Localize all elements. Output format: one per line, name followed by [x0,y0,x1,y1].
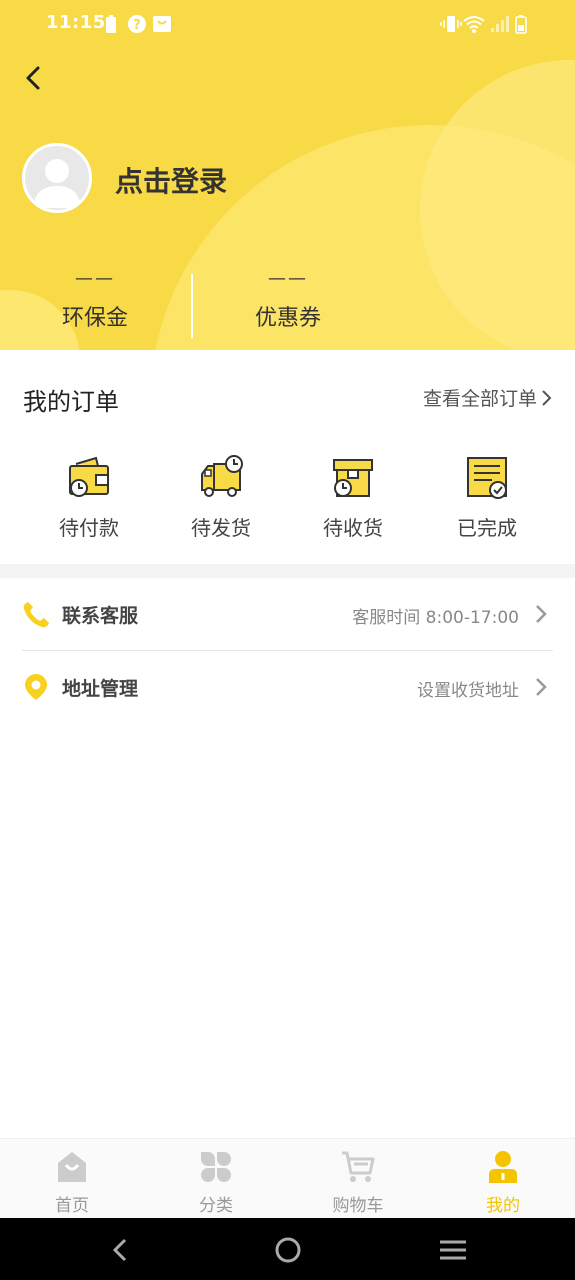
address-management-title: 地址管理 [62,678,139,700]
cart-icon [342,1151,375,1182]
my-orders-section: 我的订单 查看全部订单 待付款 待发货 待收货 已完成 [0,350,575,564]
vibrate-icon [440,16,462,32]
category-icon [201,1152,231,1182]
order-completed[interactable]: 已完成 [432,454,542,541]
profile-icon [489,1151,517,1183]
battery-icon [515,15,527,34]
tab-cart-label: 购物车 [332,1196,384,1216]
nav-back-icon[interactable] [105,1234,137,1266]
eco-money-label: 环保金 [61,306,128,331]
home-bag-icon [58,1152,86,1182]
order-completed-label: 已完成 [457,516,517,540]
eco-money-stat[interactable]: —— 环保金 [15,268,175,332]
box-clock-icon [333,459,373,497]
coupon-value: —— [268,268,308,289]
nav-home-icon[interactable] [272,1234,304,1266]
coupon-stat[interactable]: —— 优惠券 [208,268,368,332]
status-bar: 11:15 ? [0,0,575,48]
document-check-icon [467,457,507,499]
profile-header: 11:15 ? 点击登录 —— 环保金 —— 优惠券 [0,0,575,350]
section-gap [0,564,575,578]
order-pending-payment[interactable]: 待付款 [34,454,144,541]
truck-clock-icon [201,455,243,497]
system-nav-bar [0,1218,575,1280]
status-time: 11:15 [46,12,106,33]
signal-icon [491,16,509,32]
wifi-icon [463,16,485,33]
tab-home[interactable]: 首页 [22,1149,122,1216]
view-all-orders-link[interactable]: 查看全部订单 [423,384,553,411]
orders-title: 我的订单 [23,388,119,416]
tab-home-label: 首页 [55,1196,89,1216]
chevron-right-icon [536,605,547,623]
svg-text:?: ? [133,18,141,33]
order-pending-payment-label: 待付款 [59,516,119,540]
battery-saver-icon [106,15,116,33]
default-avatar-icon [33,159,81,208]
stat-divider [191,274,193,338]
login-link[interactable]: 点击登录 [115,160,227,200]
bottom-tab-bar: 首页 分类 购物车 我的 [0,1138,575,1218]
order-pending-receipt[interactable]: 待收货 [298,454,408,541]
phone-icon [23,602,49,628]
eco-money-value: —— [75,268,115,289]
tab-category[interactable]: 分类 [166,1149,266,1216]
help-icon: ? [128,15,146,33]
order-pending-shipment[interactable]: 待发货 [166,454,276,541]
contact-service-row[interactable]: 联系客服 客服时间 8:00-17:00 [22,578,553,650]
coupon-label: 优惠券 [254,306,321,331]
tab-profile-label: 我的 [486,1196,520,1216]
back-arrow-icon[interactable] [18,62,50,94]
location-pin-icon [25,674,47,700]
tab-cart[interactable]: 购物车 [308,1149,408,1216]
tab-profile[interactable]: 我的 [453,1149,553,1216]
view-all-orders-label: 查看全部订单 [422,388,537,410]
service-hours: 客服时间 8:00-17:00 [352,608,519,628]
address-management-row[interactable]: 地址管理 设置收货地址 [22,651,553,723]
contact-service-title: 联系客服 [62,605,139,627]
avatar[interactable] [22,143,92,213]
order-pending-receipt-label: 待收货 [323,516,383,540]
wallet-clock-icon [69,456,109,497]
order-pending-shipment-label: 待发货 [191,516,251,540]
nav-menu-icon[interactable] [437,1234,469,1266]
set-address-hint: 设置收货地址 [417,681,519,701]
shopping-bag-icon [153,16,171,32]
tab-category-label: 分类 [199,1196,233,1216]
chevron-right-icon [536,678,547,696]
chevron-right-icon [542,389,552,406]
